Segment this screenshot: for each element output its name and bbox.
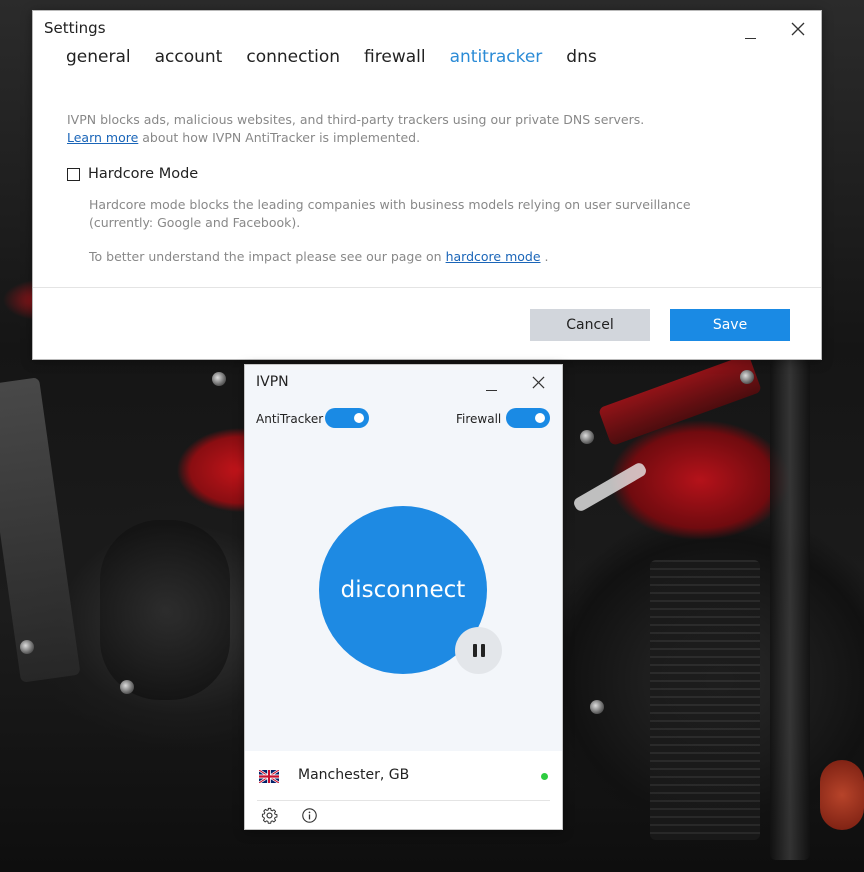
hardcore-mode-label[interactable]: Hardcore Mode (88, 166, 198, 182)
cancel-button[interactable]: Cancel (530, 309, 650, 341)
hardcore-desc-line-2: (currently: Google and Facebook). (89, 215, 301, 230)
hardcore-desc-line-1: Hardcore mode blocks the leading compani… (89, 197, 691, 212)
location-panel: Manchester, GB (245, 751, 562, 829)
uk-flag-icon (259, 770, 279, 783)
hardcore-description: Hardcore mode blocks the leading compani… (89, 196, 691, 232)
toggle-knob (535, 413, 545, 423)
tab-firewall[interactable]: firewall (364, 47, 426, 67)
minimize-button[interactable] (735, 21, 765, 45)
tab-account[interactable]: account (155, 47, 223, 67)
close-icon (791, 22, 805, 36)
settings-tabs: general account connection firewall anti… (66, 47, 621, 67)
ivpn-close-button[interactable] (523, 370, 553, 394)
impact-suffix: . (540, 249, 549, 264)
antitracker-toggle[interactable] (325, 408, 369, 428)
ivpn-minimize-button[interactable] (476, 373, 506, 397)
minimize-icon (744, 37, 756, 39)
firewall-toggle[interactable] (506, 408, 550, 428)
hardcore-mode-link[interactable]: hardcore mode (446, 249, 541, 264)
close-icon (532, 376, 544, 388)
tab-dns[interactable]: dns (566, 47, 596, 67)
minimize-icon (485, 389, 497, 391)
ivpn-window-title: IVPN (256, 374, 289, 390)
connection-status-dot (541, 773, 548, 780)
firewall-toggle-label: Firewall (456, 412, 502, 426)
settings-window-title: Settings (44, 19, 106, 37)
settings-divider (33, 287, 821, 288)
description-line-2-text: about how IVPN AntiTracker is implemente… (138, 130, 421, 145)
pause-icon (472, 644, 485, 657)
gear-icon (261, 807, 277, 824)
settings-window: Settings general account connection fire… (32, 10, 822, 360)
description-line-1: IVPN blocks ads, malicious websites, and… (67, 112, 645, 127)
impact-prefix: To better understand the impact please s… (89, 249, 446, 264)
ivpn-window: IVPN AntiTracker Firewall disconnect Man… (244, 364, 563, 830)
save-button[interactable]: Save (670, 309, 790, 341)
antitracker-toggle-label: AntiTracker (256, 412, 324, 426)
toggle-knob (354, 413, 364, 423)
settings-button[interactable] (259, 805, 279, 825)
antitracker-description: IVPN blocks ads, malicious websites, and… (67, 111, 644, 147)
tab-antitracker[interactable]: antitracker (450, 47, 543, 67)
description-line-2: Learn more about how IVPN AntiTracker is… (67, 129, 644, 147)
bottom-divider (257, 800, 550, 801)
close-button[interactable] (783, 17, 813, 41)
tab-connection[interactable]: connection (246, 47, 340, 67)
server-location[interactable]: Manchester, GB (298, 767, 409, 783)
info-icon (301, 807, 317, 823)
info-button[interactable] (299, 805, 319, 825)
learn-more-link[interactable]: Learn more (67, 130, 138, 145)
impact-note: To better understand the impact please s… (89, 248, 548, 266)
tab-general[interactable]: general (66, 47, 131, 67)
hardcore-mode-checkbox[interactable] (67, 168, 80, 181)
pause-button[interactable] (455, 627, 502, 674)
